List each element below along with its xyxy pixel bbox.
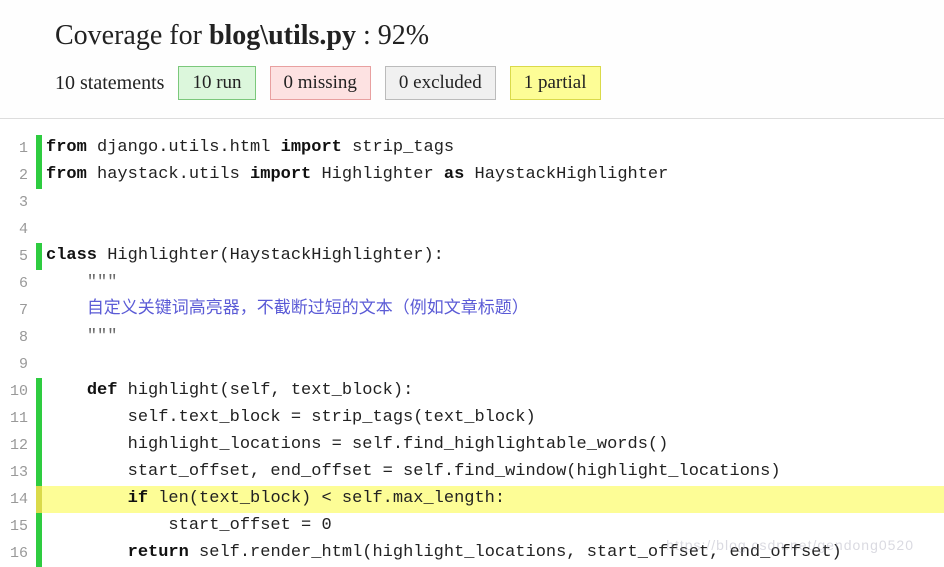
line-number[interactable]: 3	[0, 189, 36, 216]
pill-excluded[interactable]: 0 excluded	[385, 66, 496, 100]
line-number[interactable]: 10	[0, 378, 36, 405]
source-text	[42, 189, 944, 216]
pill-missing[interactable]: 0 missing	[270, 66, 371, 100]
code-line: 4	[0, 216, 944, 243]
source-text: def highlight(self, text_block):	[42, 378, 944, 405]
line-number[interactable]: 7	[0, 297, 36, 324]
code-line: 15 start_offset = 0	[0, 513, 944, 540]
code-line: 3	[0, 189, 944, 216]
title-pct: 92%	[378, 20, 429, 51]
source-text: start_offset, end_offset = self.find_win…	[42, 459, 944, 486]
source-text: if len(text_block) < self.max_length:	[42, 486, 944, 513]
watermark: https://blog.csdn.net/gendong0520	[666, 537, 914, 553]
source-text: from django.utils.html import strip_tags	[42, 135, 944, 162]
line-number[interactable]: 2	[0, 162, 36, 189]
code-line: 2from haystack.utils import Highlighter …	[0, 162, 944, 189]
code-line: 14 if len(text_block) < self.max_length:	[0, 486, 944, 513]
line-number[interactable]: 11	[0, 405, 36, 432]
code-line: 1from django.utils.html import strip_tag…	[0, 135, 944, 162]
source-text: 自定义关键词高亮器，不截断过短的文本（例如文章标题）	[42, 297, 944, 324]
code-line: 8 """	[0, 324, 944, 351]
statements-count: 10 statements	[55, 72, 164, 95]
line-number[interactable]: 14	[0, 486, 36, 513]
source-text: """	[42, 270, 944, 297]
page-title: Coverage for blog\utils.py : 92%	[55, 20, 889, 52]
code-line: 10 def highlight(self, text_block):	[0, 378, 944, 405]
coverage-header: Coverage for blog\utils.py : 92% 10 stat…	[0, 0, 944, 119]
title-sep: :	[356, 20, 378, 51]
source-text: highlight_locations = self.find_highligh…	[42, 432, 944, 459]
code-line: 9	[0, 351, 944, 378]
source-text: self.text_block = strip_tags(text_block)	[42, 405, 944, 432]
line-number[interactable]: 9	[0, 351, 36, 378]
source-code: 1from django.utils.html import strip_tag…	[0, 119, 944, 567]
code-line: 11 self.text_block = strip_tags(text_blo…	[0, 405, 944, 432]
source-text: start_offset = 0	[42, 513, 944, 540]
source-text	[42, 216, 944, 243]
code-line: 13 start_offset, end_offset = self.find_…	[0, 459, 944, 486]
title-file: blog\utils.py	[209, 20, 356, 51]
line-number[interactable]: 12	[0, 432, 36, 459]
code-line: 7 自定义关键词高亮器，不截断过短的文本（例如文章标题）	[0, 297, 944, 324]
line-number[interactable]: 16	[0, 540, 36, 567]
source-text: class Highlighter(HaystackHighlighter):	[42, 243, 944, 270]
line-number[interactable]: 4	[0, 216, 36, 243]
line-number[interactable]: 6	[0, 270, 36, 297]
code-line: 12 highlight_locations = self.find_highl…	[0, 432, 944, 459]
line-number[interactable]: 8	[0, 324, 36, 351]
title-prefix: Coverage for	[55, 20, 209, 51]
line-number[interactable]: 13	[0, 459, 36, 486]
line-number[interactable]: 15	[0, 513, 36, 540]
source-text: """	[42, 324, 944, 351]
source-text: from haystack.utils import Highlighter a…	[42, 162, 944, 189]
code-line: 5class Highlighter(HaystackHighlighter):	[0, 243, 944, 270]
pill-run[interactable]: 10 run	[178, 66, 255, 100]
line-number[interactable]: 5	[0, 243, 36, 270]
line-number[interactable]: 1	[0, 135, 36, 162]
stats-row: 10 statements 10 run 0 missing 0 exclude…	[55, 66, 889, 100]
code-line: 6 """	[0, 270, 944, 297]
pill-partial[interactable]: 1 partial	[510, 66, 601, 100]
source-text	[42, 351, 944, 378]
